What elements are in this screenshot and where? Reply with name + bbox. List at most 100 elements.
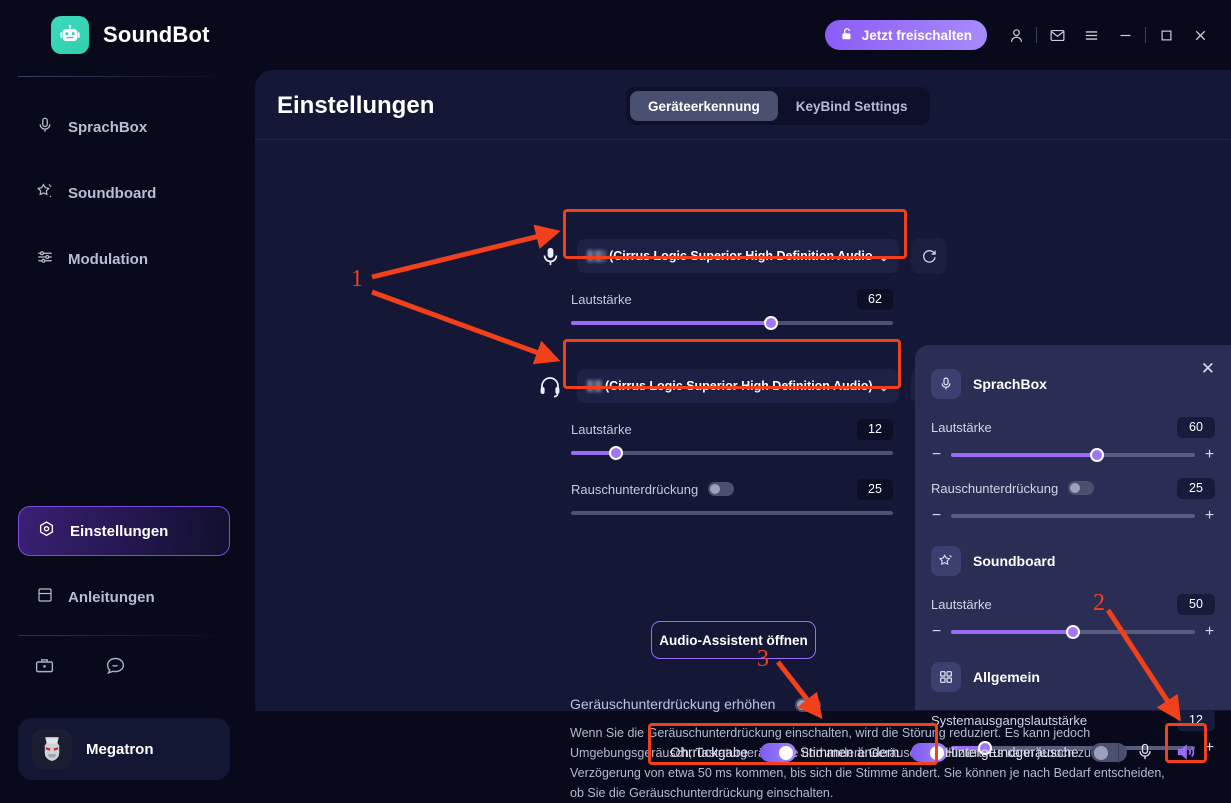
microphone-device-row: (Cirrus Logic Superior High Definition A… [535, 238, 947, 274]
close-icon[interactable] [1183, 19, 1217, 51]
sidebar-item-label: Modulation [68, 250, 148, 268]
book-icon [36, 586, 54, 608]
person-icon[interactable] [999, 19, 1033, 51]
open-audio-assistant-button[interactable]: Audio-Assistent öffnen [651, 621, 816, 659]
hamburger-menu-icon[interactable] [1074, 19, 1108, 51]
background-sound-label: Hintergrundgeräusche [945, 745, 1079, 760]
mail-icon[interactable] [1040, 19, 1074, 51]
voice-change-group: Stimmen ändern [800, 743, 948, 762]
maximize-icon[interactable] [1149, 19, 1183, 51]
headphone-volume-knob[interactable] [609, 446, 624, 460]
control-track[interactable] [951, 514, 1195, 518]
noise-suppression-track[interactable] [571, 511, 893, 515]
panel-section-title: Allgemein [973, 669, 1040, 685]
app-name: SoundBot [103, 22, 210, 47]
close-icon[interactable]: ✕ [1201, 359, 1215, 379]
voice-change-label: Stimmen ändern [800, 745, 900, 760]
minimize-icon[interactable] [1108, 19, 1142, 51]
control-label: Lautstärke [931, 596, 992, 612]
control-knob[interactable] [1066, 625, 1080, 639]
panel-section-title: Soundboard [973, 553, 1056, 569]
robot-icon [51, 16, 89, 54]
microphone-volume-knob[interactable] [763, 316, 778, 330]
voice-change-toggle[interactable] [911, 743, 948, 762]
sidebar-item-soundboard[interactable]: Soundboard [18, 168, 230, 218]
panel-sprachbox-volume: Lautstärke 60 − + [915, 416, 1231, 463]
panel-noise-toggle[interactable] [1068, 481, 1095, 495]
unlock-now-button[interactable]: Jetzt freischalten [824, 20, 987, 50]
control-track[interactable] [951, 448, 1195, 462]
megatron-avatar [32, 729, 72, 769]
speaker-wave-icon[interactable] [1175, 741, 1197, 763]
enhance-noise-label: Geräuschunterdrückung erhöhen [570, 696, 776, 712]
sidebar-item-sprachbox[interactable]: SprachBox [18, 102, 230, 152]
decrease-button[interactable]: − [931, 508, 942, 524]
tab-geraeteerkennung[interactable]: Geräteerkennung [630, 91, 778, 121]
chevron-down-icon: ⌄ [878, 379, 889, 394]
panel-section-title: SprachBox [973, 376, 1047, 392]
headphone-volume-track[interactable] [571, 446, 893, 460]
chevron-down-icon: ⌄ [878, 249, 889, 264]
sidebar-item-label: Einstellungen [70, 522, 169, 540]
divider [1036, 27, 1037, 43]
sidebar-footer-icons [34, 655, 126, 681]
microphone-volume-value: 62 [857, 288, 893, 310]
control-knob[interactable] [1090, 448, 1105, 462]
microphone-refresh-button[interactable] [911, 238, 947, 274]
toolbox-icon[interactable] [34, 655, 55, 681]
gear-target-icon [37, 520, 56, 543]
microphone-device-dropdown[interactable]: (Cirrus Logic Superior High Definition A… [577, 239, 899, 273]
noise-suppression-block: Rauschunterdrückung 25 [571, 478, 893, 515]
volume-mixer-panel: ✕ SprachBox Lautstärke 60 − + Rauschunte… [915, 345, 1231, 756]
headphone-device-dropdown[interactable]: (Cirrus Logic Superior High Definition A… [577, 369, 899, 403]
chat-bubble-icon[interactable] [105, 655, 126, 681]
decrease-button[interactable]: − [931, 624, 942, 640]
microphone-icon[interactable] [1135, 741, 1155, 763]
panel-section-allgemein-header: Allgemein [915, 662, 1231, 692]
annotation-number-2: 2 [1093, 590, 1105, 616]
headphone-volume-value: 12 [857, 418, 893, 440]
control-label: Rauschunterdrückung [931, 480, 1059, 496]
increase-button[interactable]: + [1204, 508, 1215, 524]
ear-return-toggle[interactable] [760, 743, 797, 762]
noise-suppression-label: Rauschunterdrückung [571, 481, 699, 497]
unlock-label: Jetzt freischalten [861, 27, 972, 43]
sidebar-item-anleitungen[interactable]: Anleitungen [18, 572, 230, 622]
page-title: Einstellungen [277, 92, 435, 119]
unlock-icon [840, 27, 854, 44]
sidebar-divider [18, 76, 230, 77]
noise-suppression-toggle[interactable] [708, 482, 735, 496]
magic-star-icon [36, 182, 54, 204]
app-logo: SoundBot [51, 16, 210, 54]
sidebar-footer-divider [18, 635, 230, 636]
annotation-number-3: 3 [757, 646, 769, 672]
user-profile-card[interactable]: Megatron [18, 718, 230, 780]
increase-button[interactable]: + [1204, 447, 1215, 463]
enhance-noise-toggle[interactable] [795, 698, 821, 712]
sidebar-item-label: Soundboard [68, 184, 157, 202]
sidebar-item-einstellungen[interactable]: Einstellungen [18, 506, 230, 556]
ear-return-label: Ohrrückgabe [670, 745, 749, 760]
sidebar-item-modulation[interactable]: Modulation [18, 234, 230, 284]
microphone-icon [535, 245, 565, 268]
control-track[interactable] [951, 625, 1195, 639]
title-bar: SoundBot Jetzt freischalten [0, 0, 1231, 70]
background-sound-toggle[interactable] [1090, 743, 1127, 762]
tab-keybind-settings[interactable]: KeyBind Settings [778, 91, 926, 121]
microphone-volume-track[interactable] [571, 316, 893, 330]
panel-section-soundboard-header: Soundboard [915, 546, 1231, 576]
decrease-button[interactable]: − [931, 447, 942, 463]
blurred-device-prefix [587, 380, 602, 392]
headphone-volume-slider-block: Lautstärke 12 [571, 418, 893, 460]
microphone-device-name: (Cirrus Logic Superior High Definition A… [609, 249, 873, 263]
sidebar: SprachBox Soundboard Modulation Einstell… [0, 70, 255, 791]
window-controls: Jetzt freischalten [824, 19, 1231, 51]
headphone-volume-label: Lautstärke [571, 421, 632, 437]
headphone-device-row: (Cirrus Logic Superior High Definition A… [535, 368, 947, 404]
tab-bar: Geräteerkennung KeyBind Settings [626, 87, 930, 125]
increase-button[interactable]: + [1204, 624, 1215, 640]
background-sound-group: Hintergrundgeräusche [945, 743, 1127, 762]
panel-section-sprachbox-header: SprachBox [915, 345, 1231, 399]
headphone-device-name: (Cirrus Logic Superior High Definition A… [604, 379, 873, 393]
bottom-bar: Ohrrückgabe Stimmen ändern Hintergrundge… [255, 711, 1231, 791]
